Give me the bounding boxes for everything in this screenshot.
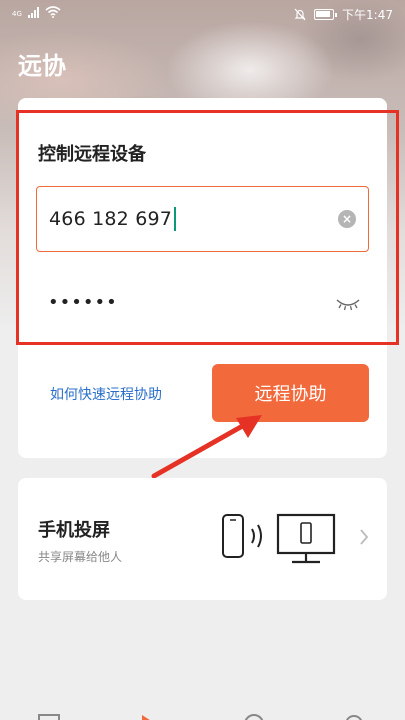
help-link[interactable]: 如何快速远程协助 bbox=[50, 384, 162, 404]
tab-remote-icon[interactable] bbox=[140, 712, 162, 720]
status-bar: 4G 下午1:47 bbox=[0, 0, 405, 30]
wifi-icon bbox=[45, 6, 61, 18]
network-type: 4G bbox=[12, 10, 22, 18]
bottom-tab-bar bbox=[0, 700, 405, 720]
page-title: 远协 bbox=[18, 52, 66, 80]
annotation-highlight-box bbox=[16, 110, 399, 345]
chevron-right-icon bbox=[360, 529, 369, 545]
screen-share-subtitle: 共享屏幕给他人 bbox=[38, 550, 123, 564]
annotation-arrow bbox=[151, 415, 262, 479]
screen-share-title: 手机投屏 bbox=[38, 520, 110, 541]
mute-bell-icon bbox=[294, 8, 306, 21]
signal-icon bbox=[27, 6, 39, 18]
tab-discover-icon[interactable] bbox=[243, 712, 265, 720]
screen-share-card[interactable]: 手机投屏 共享屏幕给他人 bbox=[18, 478, 387, 600]
battery-icon bbox=[314, 9, 338, 20]
clock: 下午1:47 bbox=[342, 8, 393, 22]
tab-home-icon[interactable] bbox=[38, 712, 60, 720]
phone-to-monitor-icon bbox=[222, 513, 336, 564]
tab-profile-icon[interactable] bbox=[343, 712, 365, 720]
